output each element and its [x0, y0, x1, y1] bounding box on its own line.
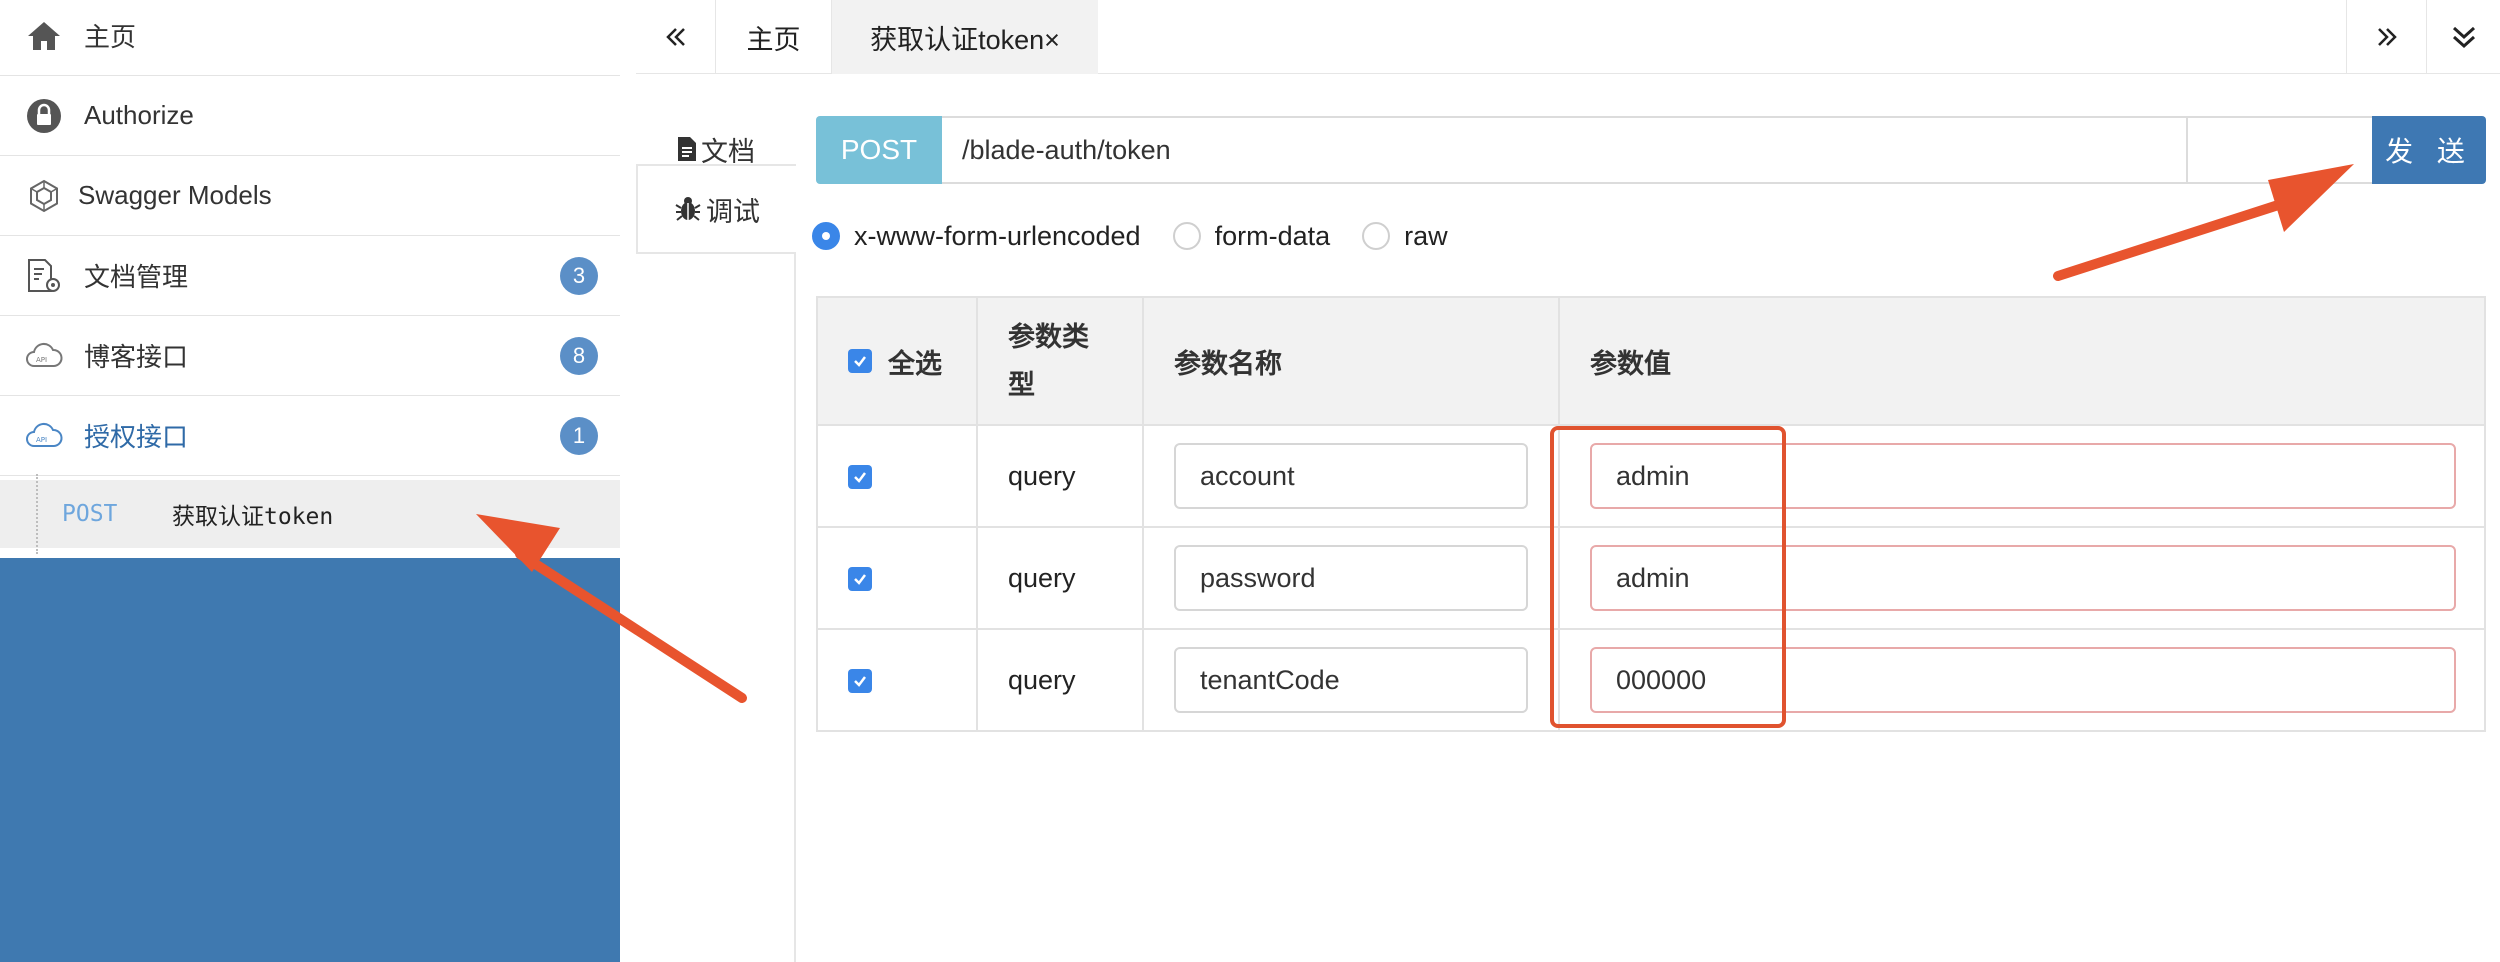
sidebar-item-auth-api[interactable]: API 授权接口 1 [0, 396, 620, 476]
table-row: query [816, 628, 2486, 732]
count-badge: 8 [560, 336, 598, 375]
tab-get-token[interactable]: 获取认证token× [832, 0, 1098, 74]
bug-icon [674, 195, 702, 223]
sidebar-item-label: 博客接口 [84, 342, 189, 372]
sidebar-item-label: Swagger Models [78, 180, 272, 210]
count-badge: 3 [560, 256, 598, 295]
header-name: 参数名称 [1142, 296, 1560, 426]
param-value-input[interactable] [1590, 545, 2456, 611]
radio-label: form-data [1214, 220, 1331, 251]
sidebar-empty-area [0, 558, 620, 962]
param-name-input[interactable] [1174, 443, 1528, 509]
row-check-cell [816, 526, 978, 630]
sidebar-item-blog-api[interactable]: API 博客接口 8 [0, 316, 620, 396]
param-value-input[interactable] [1590, 647, 2456, 713]
table-row: query [816, 424, 2486, 528]
home-icon [24, 16, 64, 56]
row-check-cell [816, 424, 978, 528]
url-input[interactable] [942, 116, 2188, 184]
radio-button[interactable] [1172, 222, 1201, 250]
row-checkbox[interactable] [848, 669, 872, 694]
sidebar-item-swagger-models[interactable]: Swagger Models [0, 156, 620, 236]
url-input-tail [2188, 116, 2372, 184]
tab-divider [794, 252, 796, 962]
tab-doc-label: 文档 [701, 136, 755, 167]
sidebar-item-label: 授权接口 [84, 422, 189, 452]
double-chevron-left-icon[interactable] [636, 0, 716, 74]
sidebar-item-doc-management[interactable]: 文档管理 3 [0, 236, 620, 316]
param-name-input[interactable] [1174, 545, 1528, 611]
doc-settings-icon [24, 256, 64, 296]
sidebar-item-home[interactable]: 主页 [0, 0, 620, 76]
radio-button[interactable] [1362, 222, 1391, 250]
radio-form-data[interactable]: form-data [1172, 220, 1331, 252]
param-value-cell [1558, 526, 2486, 630]
sidebar-subitem-get-token[interactable]: POST 获取认证token [0, 474, 620, 554]
svg-text:API: API [36, 356, 47, 364]
param-value-input[interactable] [1590, 443, 2456, 509]
method-label: POST [62, 501, 118, 527]
header-type: 参数类型 [976, 296, 1144, 426]
param-type: query [976, 424, 1144, 528]
sidebar-item-label: 主页 [84, 22, 137, 52]
radio-label: raw [1404, 220, 1448, 251]
double-chevron-right-icon[interactable] [2346, 0, 2426, 74]
svg-text:API: API [36, 436, 47, 444]
api-cloud-icon: API [24, 416, 64, 456]
radio-label: x-www-form-urlencoded [854, 220, 1141, 251]
endpoint-name: 获取认证token [172, 504, 334, 530]
body-type-radios: x-www-form-urlencoded form-data raw [812, 214, 1480, 258]
param-name-input[interactable] [1174, 647, 1528, 713]
sidebar: 主页 Authorize Swagger Models 文档管理 3 API 博… [0, 0, 620, 962]
sidebar-item-label: Authorize [84, 100, 194, 130]
row-checkbox[interactable] [848, 465, 872, 490]
double-chevron-down-icon[interactable] [2426, 0, 2500, 74]
header-select-all: 全选 [816, 296, 978, 426]
request-url-bar: POST 发 送 [816, 116, 2486, 184]
radio-button[interactable] [812, 222, 840, 250]
tree-guide-line [36, 474, 38, 554]
api-cloud-icon: API [24, 336, 64, 376]
method-badge: POST [816, 116, 942, 184]
param-name-cell [1142, 628, 1560, 732]
tab-home[interactable]: 主页 [716, 0, 832, 74]
models-icon [24, 176, 64, 216]
select-all-checkbox[interactable] [848, 349, 872, 373]
param-type: query [976, 628, 1144, 732]
doc-debug-tabs: 文档 调试 [636, 74, 796, 962]
sidebar-item-authorize[interactable]: Authorize [0, 76, 620, 156]
row-check-cell [816, 628, 978, 732]
header-type-label: 参数类型 [1008, 322, 1089, 400]
tab-debug-label: 调试 [706, 196, 760, 227]
tab-bar: 主页 获取认证token× [636, 0, 2500, 74]
radio-raw[interactable]: raw [1362, 221, 1448, 252]
params-table: 全选 参数类型 参数名称 参数值 query query [816, 296, 2486, 732]
table-header-row: 全选 参数类型 参数名称 参数值 [816, 296, 2486, 426]
header-value: 参数值 [1558, 296, 2486, 426]
file-icon [677, 136, 697, 162]
send-button[interactable]: 发 送 [2372, 116, 2486, 184]
table-row: query [816, 526, 2486, 630]
radio-urlencoded[interactable]: x-www-form-urlencoded [812, 221, 1141, 252]
select-all-label: 全选 [888, 348, 942, 379]
row-checkbox[interactable] [848, 567, 872, 592]
tab-debug[interactable]: 调试 [636, 164, 796, 254]
lock-icon [24, 96, 64, 136]
param-value-cell [1558, 424, 2486, 528]
param-value-cell [1558, 628, 2486, 732]
sidebar-item-label: 文档管理 [84, 262, 189, 292]
count-badge: 1 [560, 416, 598, 455]
param-name-cell [1142, 424, 1560, 528]
param-name-cell [1142, 526, 1560, 630]
param-type: query [976, 526, 1144, 630]
